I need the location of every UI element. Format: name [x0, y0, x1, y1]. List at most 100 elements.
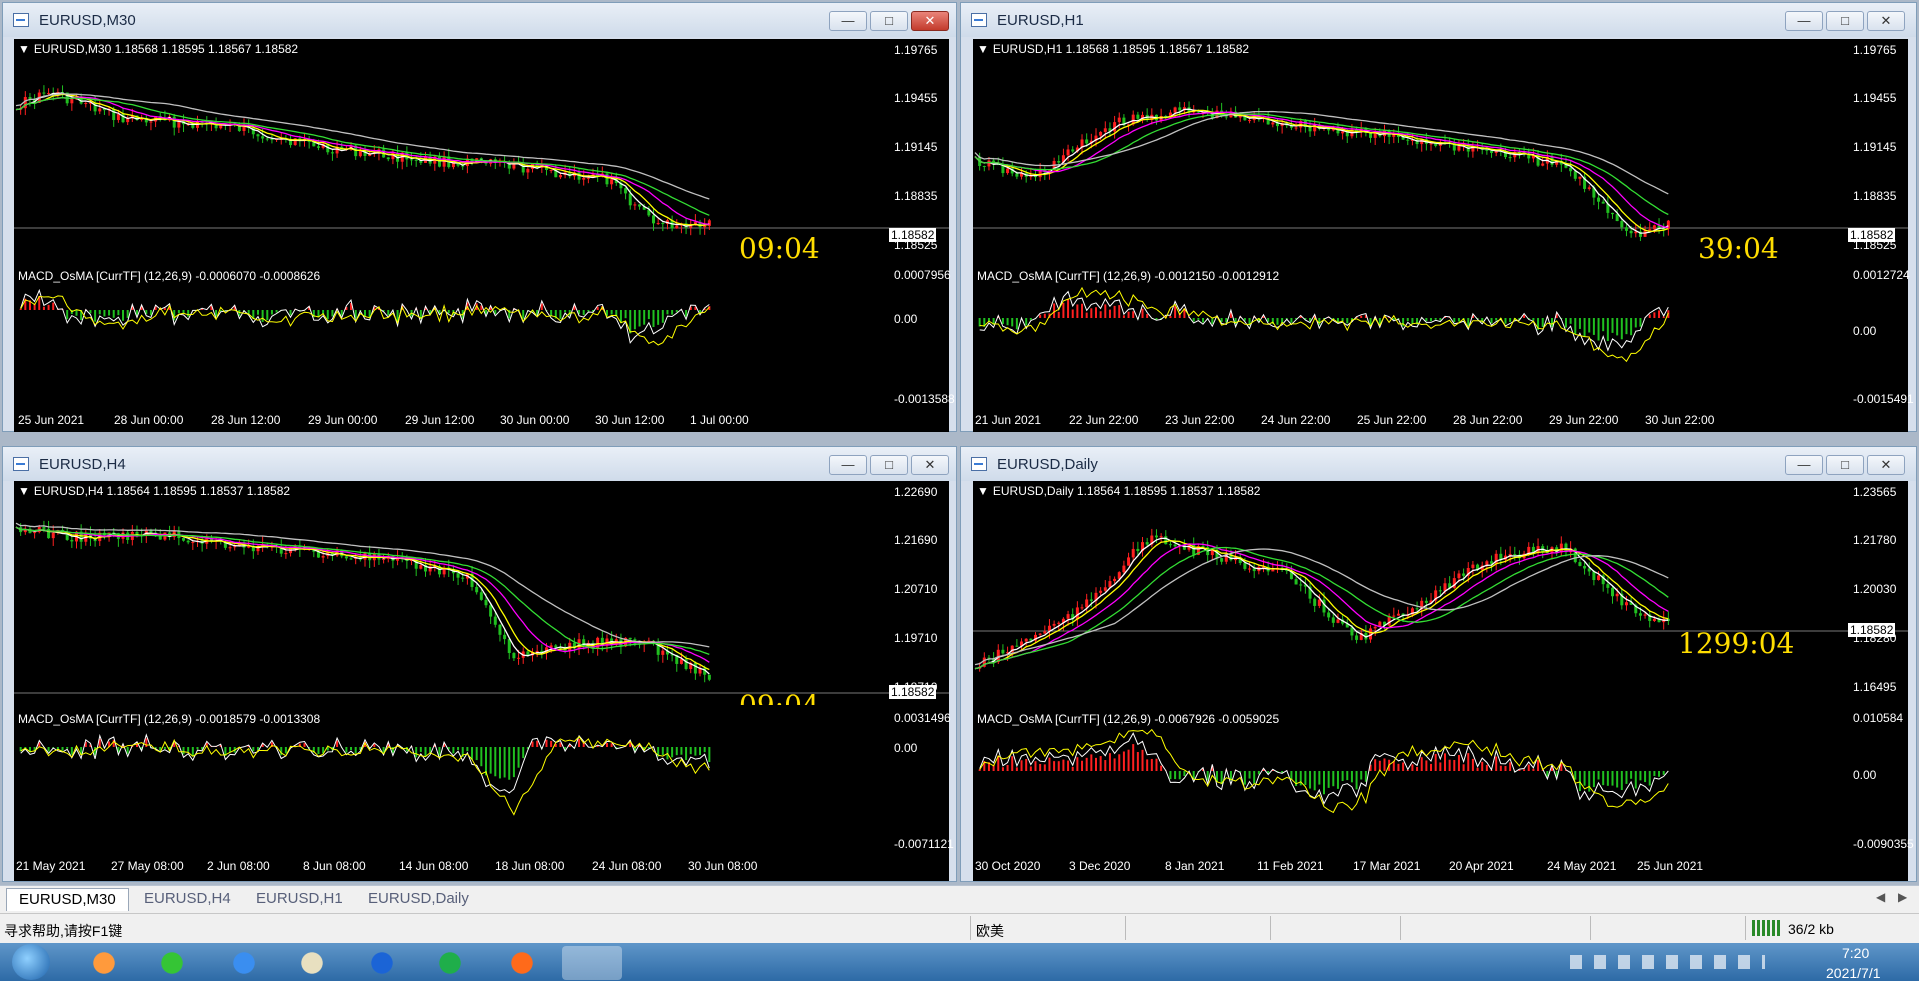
macd-histogram-bar: [331, 310, 334, 317]
macd-pane[interactable]: MACD_OsMA [CurrTF] (12,26,9) -0.0067926 …: [973, 709, 1914, 851]
candle-body: [256, 134, 260, 137]
candle-body: [1629, 230, 1633, 234]
price-pane[interactable]: ▼ EURUSD,M30 1.18568 1.18595 1.18567 1.18…: [14, 39, 949, 265]
tab-scroll-left-icon[interactable]: ◀: [1876, 890, 1885, 904]
macd-histogram-bar: [1043, 764, 1046, 771]
macd-histogram-bar: [1406, 318, 1409, 322]
tab-eurusd-h1[interactable]: EURUSD,H1: [244, 888, 355, 910]
time-axis-label: 24 Jun 08:00: [592, 859, 662, 873]
macd-histogram-bar: [666, 310, 669, 315]
firefox-app-icon[interactable]: [492, 946, 552, 980]
macd-histogram-bar: [1243, 771, 1246, 785]
tray-icons[interactable]: [1570, 955, 1765, 969]
maps-app-icon[interactable]: [282, 946, 342, 980]
collapse-triangle-icon[interactable]: ▼: [977, 484, 989, 498]
macd-histogram-bar: [1420, 757, 1423, 771]
tab-eurusd-daily[interactable]: EURUSD,Daily: [356, 888, 481, 910]
minimize-button[interactable]: —: [829, 455, 867, 475]
macd-histogram-bar: [605, 742, 608, 747]
candle-body: [191, 541, 195, 543]
clock-time[interactable]: 7:20: [1842, 945, 1869, 961]
macd-histogram-bar: [1592, 771, 1595, 788]
window-titlebar[interactable]: EURUSD,H4 — □ ✕: [3, 447, 956, 481]
close-button[interactable]: ✕: [911, 455, 949, 475]
feishu-app-icon[interactable]: [352, 946, 412, 980]
macd-histogram-bar: [1532, 768, 1535, 771]
chart-window-m30[interactable]: EURUSD,M30 — □ ✕ ▼ EURUSD,M30 1.18568 1.1…: [2, 2, 957, 432]
candle-body: [1099, 590, 1103, 593]
macd-pane[interactable]: MACD_OsMA [CurrTF] (12,26,9) -0.0012150 …: [973, 266, 1914, 406]
macd-pane[interactable]: MACD_OsMA [CurrTF] (12,26,9) -0.0006070 …: [14, 266, 955, 406]
candle-body: [707, 674, 711, 680]
close-button[interactable]: ✕: [1867, 11, 1905, 31]
macd-scale-label: -0.0090355: [1853, 837, 1914, 851]
macd-histogram-bar: [1146, 759, 1149, 771]
collapse-triangle-icon[interactable]: ▼: [18, 42, 30, 56]
macd-histogram-bar: [1197, 318, 1200, 320]
macd-histogram-bar: [266, 310, 269, 321]
macd-histogram-bar: [19, 308, 22, 310]
close-button[interactable]: ✕: [1867, 455, 1905, 475]
metatrader-app-icon[interactable]: [562, 946, 622, 980]
candle-body: [1373, 626, 1377, 629]
start-button-icon[interactable]: [12, 944, 50, 980]
candle-body: [461, 577, 465, 579]
minimize-button[interactable]: —: [1785, 455, 1823, 475]
moving-average-line: [974, 546, 1669, 670]
browser-app-icon[interactable]: [74, 946, 134, 980]
price-pane[interactable]: ▼ EURUSD,H1 1.18568 1.18595 1.18567 1.185…: [973, 39, 1908, 265]
chart-area[interactable]: ▼ EURUSD,H4 1.18564 1.18595 1.18537 1.185…: [14, 481, 954, 881]
minimize-button[interactable]: —: [1785, 11, 1823, 31]
collapse-triangle-icon[interactable]: ▼: [18, 484, 30, 498]
chart-area[interactable]: ▼ EURUSD,H1 1.18568 1.18595 1.18567 1.185…: [973, 39, 1914, 432]
macd-histogram-bar: [1150, 758, 1153, 771]
macd-histogram-bar: [1467, 753, 1470, 771]
price-pane[interactable]: ▼ EURUSD,H4 1.18564 1.18595 1.18537 1.185…: [14, 481, 949, 706]
current-price-box: 1.18582: [1848, 228, 1896, 242]
macd-histogram-bar: [1439, 762, 1442, 771]
close-button[interactable]: ✕: [911, 11, 949, 31]
window-titlebar[interactable]: EURUSD,M30 — □ ✕: [3, 3, 956, 37]
chart-area[interactable]: ▼ EURUSD,M30 1.18568 1.18595 1.18567 1.18…: [14, 39, 955, 432]
macd-pane[interactable]: MACD_OsMA [CurrTF] (12,26,9) -0.0018579 …: [14, 709, 954, 851]
wechat-app-icon[interactable]: [142, 946, 202, 980]
macd-histogram-bar: [1122, 751, 1125, 771]
candle-body: [1341, 131, 1345, 134]
candle-body: [321, 555, 325, 558]
candle-body: [1136, 114, 1140, 119]
macd-histogram-bar: [610, 743, 613, 747]
macd-histogram-bar: [1202, 318, 1205, 323]
macd-histogram-bar: [52, 302, 55, 310]
macd-histogram-bar: [1108, 309, 1111, 318]
chart-window-h4[interactable]: EURUSD,H4 — □ ✕ ▼ EURUSD,H4 1.18564 1.185…: [2, 446, 957, 882]
macd-histogram-bar: [661, 747, 664, 756]
candle-body: [70, 99, 74, 104]
chart-window-h1[interactable]: EURUSD,H1 — □ ✕ ▼ EURUSD,H1 1.18568 1.185…: [960, 2, 1917, 432]
tab-eurusd-m30[interactable]: EURUSD,M30: [6, 888, 129, 911]
maximize-button[interactable]: □: [1826, 455, 1864, 475]
time-axis-label: 23 Jun 22:00: [1165, 413, 1235, 427]
tab-scroll-right-icon[interactable]: ▶: [1898, 890, 1907, 904]
candle-body: [28, 97, 32, 99]
tab-eurusd-h4[interactable]: EURUSD,H4: [132, 888, 243, 910]
pen-app-icon[interactable]: [214, 946, 274, 980]
macd-histogram-bar: [270, 310, 273, 315]
macd-histogram-bar: [1443, 753, 1446, 771]
window-titlebar[interactable]: EURUSD,H1 — □ ✕: [961, 3, 1916, 37]
price-pane[interactable]: ▼ EURUSD,Daily 1.18564 1.18595 1.18537 1.…: [973, 481, 1908, 706]
candle-body: [349, 558, 353, 560]
green-app-icon[interactable]: [420, 946, 480, 980]
collapse-triangle-icon[interactable]: ▼: [977, 42, 989, 56]
macd-histogram-bar: [1402, 762, 1405, 771]
macd-histogram-bar: [122, 310, 125, 321]
maximize-button[interactable]: □: [870, 11, 908, 31]
candle-body: [1587, 187, 1591, 189]
maximize-button[interactable]: □: [870, 455, 908, 475]
maximize-button[interactable]: □: [1826, 11, 1864, 31]
clock-date[interactable]: 2021/7/1: [1826, 965, 1881, 981]
chart-area[interactable]: ▼ EURUSD,Daily 1.18564 1.18595 1.18537 1.…: [973, 481, 1914, 881]
macd-histogram-bar: [1425, 318, 1428, 322]
chart-window-daily[interactable]: EURUSD,Daily — □ ✕ ▼ EURUSD,Daily 1.18564…: [960, 446, 1917, 882]
minimize-button[interactable]: —: [829, 11, 867, 31]
window-titlebar[interactable]: EURUSD,Daily — □ ✕: [961, 447, 1916, 481]
